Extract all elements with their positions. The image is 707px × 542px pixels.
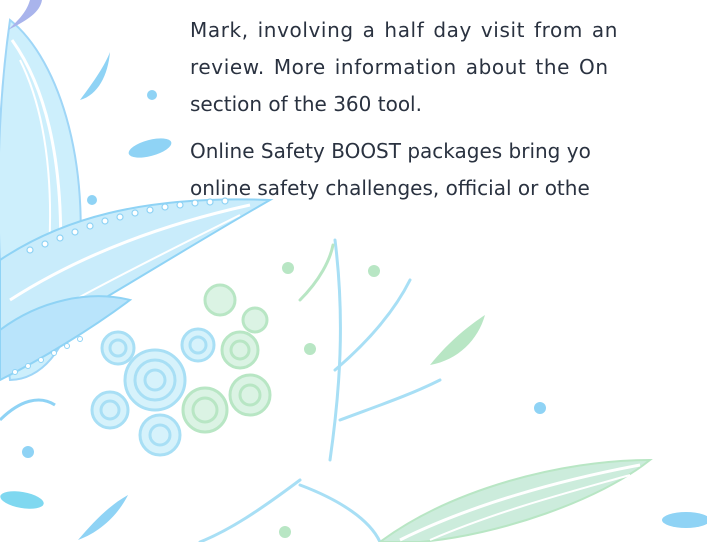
document-page: Mark, involving a half day visit from an… [0,0,707,542]
text-line: online safety challenges, official or ot… [190,176,590,200]
text-line: review. More information about the On [190,55,609,79]
paragraph-2: Online Safety BOOST packages bring yo on… [190,133,707,207]
text-line: Mark, involving a half day visit from an [190,18,619,42]
circle-flower [90,283,272,457]
small-leaf [80,52,110,100]
bottom-small-leaf [78,495,128,540]
text-line: Online Safety BOOST packages bring yo [190,139,591,163]
body-text: Mark, involving a half day visit from an… [190,12,707,217]
green-leaf [430,315,485,365]
paragraph-1: Mark, involving a half day visit from an… [190,12,707,123]
text-line: section of the 360 tool. [190,92,422,116]
